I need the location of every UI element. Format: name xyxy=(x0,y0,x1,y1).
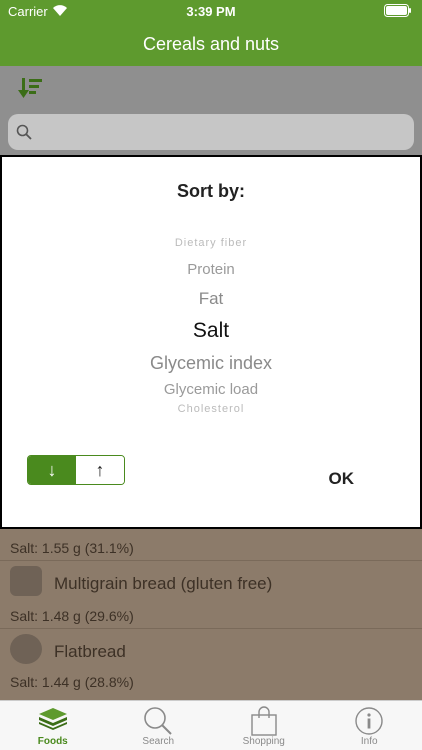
navigation-bar: Carrier 3:39 PM Cereals and nuts xyxy=(0,0,422,66)
picker-option[interactable]: Dietary fiber xyxy=(2,237,420,249)
status-bar: Carrier 3:39 PM xyxy=(0,0,422,22)
food-salt: Salt: 1.44 g (28.8%) xyxy=(10,674,134,690)
search-area xyxy=(0,110,422,156)
divider xyxy=(0,628,422,629)
picker-option[interactable]: Cholesterol xyxy=(2,403,420,415)
food-thumbnail xyxy=(10,634,42,664)
divider xyxy=(0,560,422,561)
tab-bar: Foods Search Shopping Info xyxy=(0,700,422,750)
search-icon xyxy=(144,707,172,735)
search-input[interactable] xyxy=(8,114,414,150)
sort-toolbar xyxy=(0,66,422,110)
tab-label: Shopping xyxy=(242,736,285,747)
sort-ascending-button[interactable]: ↑ xyxy=(76,456,124,484)
sort-icon[interactable] xyxy=(18,76,44,100)
picker-option[interactable]: Glycemic load xyxy=(2,381,420,398)
sort-picker[interactable]: Dietary fiber Protein Fat Salt Glycemic … xyxy=(2,225,420,425)
food-list: Salt: 1.55 g (31.1%) Multigrain bread (g… xyxy=(0,528,422,700)
ok-button[interactable]: OK xyxy=(329,469,355,489)
tab-shopping[interactable]: Shopping xyxy=(211,701,317,750)
food-salt: Salt: 1.55 g (31.1%) xyxy=(10,540,134,556)
info-icon xyxy=(355,707,383,735)
sort-descending-button[interactable]: ↓ xyxy=(28,456,76,484)
dialog-title: Sort by: xyxy=(176,181,245,201)
picker-option[interactable]: Fat xyxy=(2,289,420,309)
magnifier-icon xyxy=(16,124,32,140)
picker-option[interactable]: Protein xyxy=(2,261,420,278)
food-salt: Salt: 1.48 g (29.6%) xyxy=(10,608,134,624)
tab-label: Foods xyxy=(37,736,68,747)
food-thumbnail xyxy=(10,566,42,596)
tab-label: Info xyxy=(360,736,378,747)
food-name[interactable]: Flatbread xyxy=(54,642,126,662)
status-time: 3:39 PM xyxy=(186,4,236,19)
shopping-bag-icon xyxy=(251,706,277,736)
battery-icon xyxy=(384,4,411,17)
sort-dialog: Sort by: Dietary fiber Protein Fat Salt … xyxy=(0,155,422,529)
picker-option[interactable]: Glycemic index xyxy=(2,353,420,374)
tab-label: Search xyxy=(142,736,175,747)
foods-icon xyxy=(38,708,67,730)
sort-direction-toggle: ↓ ↑ xyxy=(27,455,125,485)
page-title: Cereals and nuts xyxy=(142,34,280,54)
tab-foods[interactable]: Foods xyxy=(0,701,106,750)
tab-search[interactable]: Search xyxy=(106,701,212,750)
picker-option-selected[interactable]: Salt xyxy=(2,319,420,343)
food-name[interactable]: Multigrain bread (gluten free) xyxy=(54,574,272,594)
tab-info[interactable]: Info xyxy=(317,701,422,750)
